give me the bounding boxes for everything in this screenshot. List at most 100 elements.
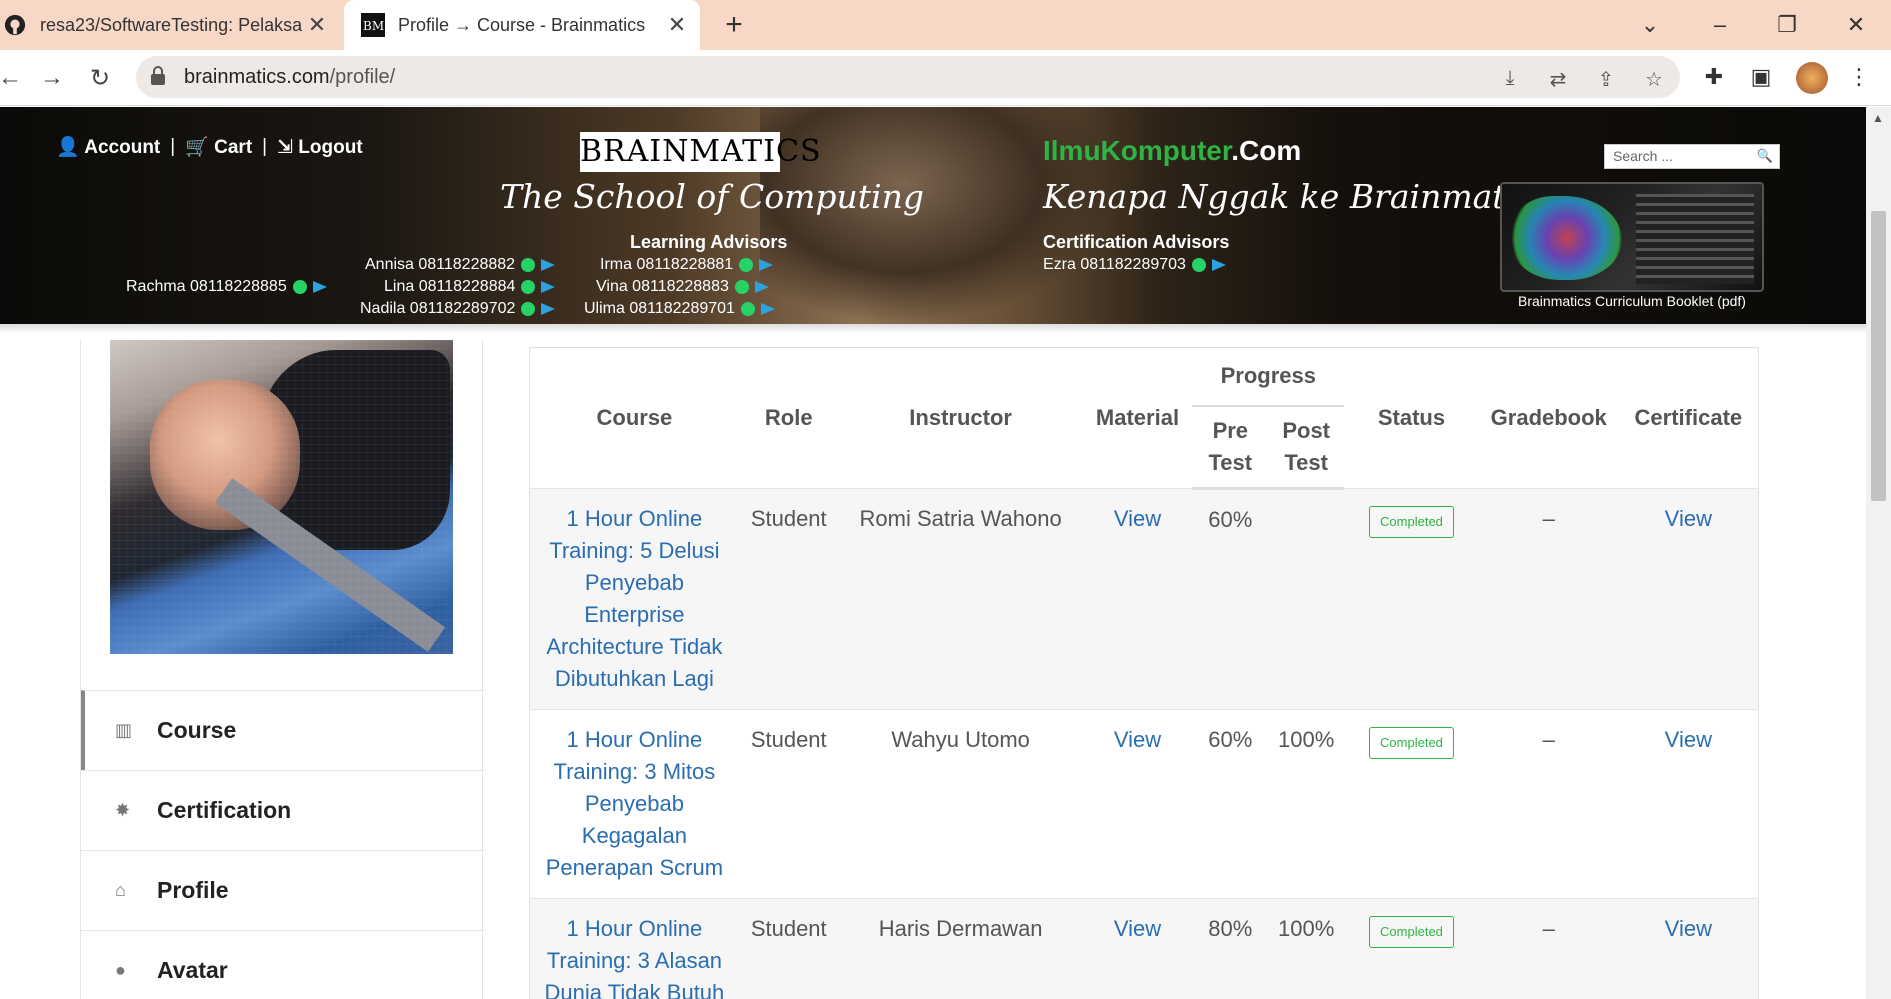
col-gradebook: Gradebook	[1490, 404, 1607, 430]
close-window-button[interactable]: ✕	[1826, 0, 1886, 50]
role-cell: Student	[738, 708, 839, 898]
menu-kebab-icon[interactable]: ⋮	[1844, 64, 1874, 94]
book-icon: ▥	[115, 720, 133, 740]
whatsapp-icon[interactable]	[740, 302, 755, 316]
site-search-input[interactable]: Search ... 🔍	[1604, 144, 1780, 169]
translate-icon[interactable]: ⇄	[1546, 67, 1570, 91]
close-tab-icon[interactable]: ✕	[302, 12, 332, 38]
restore-button[interactable]: ❐	[1757, 0, 1817, 50]
gradebook-cell: –	[1478, 487, 1619, 709]
close-tab-icon[interactable]: ✕	[662, 12, 692, 38]
whatsapp-icon[interactable]	[521, 302, 536, 316]
gradebook-cell: –	[1478, 897, 1619, 999]
telegram-icon[interactable]	[1211, 259, 1226, 271]
col-course: Course	[596, 404, 673, 430]
browser-tab[interactable]: resa23/SoftwareTesting: Pelaksan ✕	[0, 0, 340, 50]
whatsapp-icon[interactable]	[292, 280, 307, 294]
booklet-caption[interactable]: Brainmatics Curriculum Booklet (pdf)	[1500, 293, 1764, 309]
whatsapp-icon[interactable]	[1191, 258, 1206, 272]
cart-link[interactable]: 🛒 Cart	[185, 135, 252, 159]
new-tab-button[interactable]: +	[716, 8, 752, 44]
certificate-cell: View	[1618, 708, 1759, 898]
url-text: brainmatics.com/profile/	[184, 66, 396, 88]
extensions-icon[interactable]: ✚	[1699, 64, 1729, 94]
col-pre-test: Pre Test	[1192, 404, 1269, 490]
forward-arrow-icon[interactable]: →	[34, 60, 70, 96]
sidebar-item-profile[interactable]: ⌂ Profile	[81, 850, 484, 930]
whatsapp-icon[interactable]	[521, 280, 536, 294]
pre-test-cell: 80%	[1192, 897, 1269, 999]
bookmark-star-icon[interactable]: ☆	[1642, 67, 1666, 91]
certificate-cell: View	[1618, 487, 1759, 709]
role-cell: Student	[738, 897, 839, 999]
course-table: Course Role Instructor Material Progress…	[529, 347, 1759, 999]
user-icon: 👤	[56, 137, 80, 158]
scrollbar-thumb[interactable]	[1871, 211, 1886, 501]
profile-sidebar: ▥ Course ✸ Certification ⌂ Profile ● Ava…	[80, 340, 484, 999]
brainmatics-favicon: BM	[360, 12, 386, 38]
course-link[interactable]: 1 Hour Online Training: 3 Alasan Dunia T…	[545, 916, 725, 999]
advisor-contact: Vina 08118228883	[596, 278, 769, 296]
material-view-link[interactable]: View	[1114, 727, 1161, 752]
search-icon[interactable]: 🔍	[1757, 148, 1773, 164]
material-view-link[interactable]: View	[1114, 916, 1161, 941]
account-link[interactable]: 👤 Account	[56, 135, 160, 159]
install-app-icon[interactable]: ⤓	[1498, 67, 1522, 91]
telegram-icon[interactable]	[312, 281, 327, 293]
address-bar[interactable]: brainmatics.com/profile/ ⤓ ⇄ ⇪ ☆	[136, 56, 1680, 98]
material-cell: View	[1082, 487, 1193, 709]
ilmukomputer-logo[interactable]: IlmuKomputer.Com	[1043, 135, 1301, 167]
browser-tab-active[interactable]: BM Profile → Course - Brainmatics ✕	[344, 0, 700, 50]
reload-icon[interactable]: ↻	[82, 60, 118, 96]
course-link[interactable]: 1 Hour Online Training: 3 Mitos Penyebab…	[546, 727, 723, 880]
profile-avatar[interactable]	[1796, 62, 1828, 94]
minimize-button[interactable]: –	[1690, 0, 1750, 50]
advisor-contact: Ulima 081182289701	[584, 300, 775, 318]
sidebar-item-label: Course	[157, 717, 237, 743]
page-scrollbar[interactable]: ▲	[1866, 107, 1891, 999]
material-view-link[interactable]: View	[1114, 506, 1161, 531]
browser-tab-bar: resa23/SoftwareTesting: Pelaksan ✕ BM Pr…	[0, 0, 1891, 50]
telegram-icon[interactable]	[759, 259, 774, 271]
lock-icon	[150, 66, 166, 91]
material-cell: View	[1082, 708, 1193, 898]
user-avatar-photo	[110, 340, 453, 654]
pre-test-cell: 60%	[1192, 487, 1269, 709]
home-icon: ⌂	[115, 880, 126, 900]
advisor-contact: Ezra 081182289703	[1043, 256, 1226, 274]
status-cell: Completed	[1344, 708, 1479, 898]
sidebar-item-avatar[interactable]: ● Avatar	[81, 930, 484, 999]
advisor-contact: Annisa 08118228882	[365, 256, 556, 274]
table-row: 1 Hour Online Training: 3 Alasan Dunia T…	[529, 897, 1759, 999]
share-icon[interactable]: ⇪	[1594, 67, 1618, 91]
github-icon	[2, 12, 28, 38]
certificate-view-link[interactable]: View	[1665, 916, 1712, 941]
course-link[interactable]: 1 Hour Online Training: 5 Delusi Penyeba…	[546, 506, 722, 691]
telegram-icon[interactable]	[541, 259, 556, 271]
whatsapp-icon[interactable]	[739, 258, 754, 272]
account-links: 👤 Account | 🛒 Cart | ⇲ Logout	[56, 135, 363, 159]
telegram-icon[interactable]	[754, 281, 769, 293]
telegram-icon[interactable]	[541, 303, 556, 315]
telegram-icon[interactable]	[541, 281, 556, 293]
certificate-view-link[interactable]: View	[1665, 506, 1712, 531]
certificate-cell: View	[1618, 897, 1759, 999]
col-post-test: Post Test	[1268, 404, 1345, 490]
booklet-page-graphic	[1636, 194, 1754, 284]
telegram-icon[interactable]	[760, 303, 775, 315]
whatsapp-icon[interactable]	[521, 258, 536, 272]
role-cell: Student	[738, 487, 839, 709]
whatsapp-icon[interactable]	[734, 280, 749, 294]
logout-link[interactable]: ⇲ Logout	[277, 136, 363, 159]
certificate-view-link[interactable]: View	[1665, 727, 1712, 752]
back-arrow-icon[interactable]: ←	[0, 60, 28, 96]
sidebar-item-course[interactable]: ▥ Course	[81, 690, 484, 770]
course-table-container: Course Role Instructor Material Progress…	[529, 347, 1759, 999]
curriculum-booklet-image[interactable]	[1500, 182, 1764, 292]
side-panel-icon[interactable]: ▣	[1746, 64, 1776, 94]
scroll-up-arrow-icon[interactable]: ▲	[1872, 111, 1884, 125]
tab-search-icon[interactable]: ⌄	[1620, 0, 1680, 50]
brainmatics-logo[interactable]: BRAINMATICS	[580, 132, 821, 172]
sidebar-item-certification[interactable]: ✸ Certification	[81, 770, 484, 850]
certification-advisors-title: Certification Advisors	[1043, 232, 1230, 252]
